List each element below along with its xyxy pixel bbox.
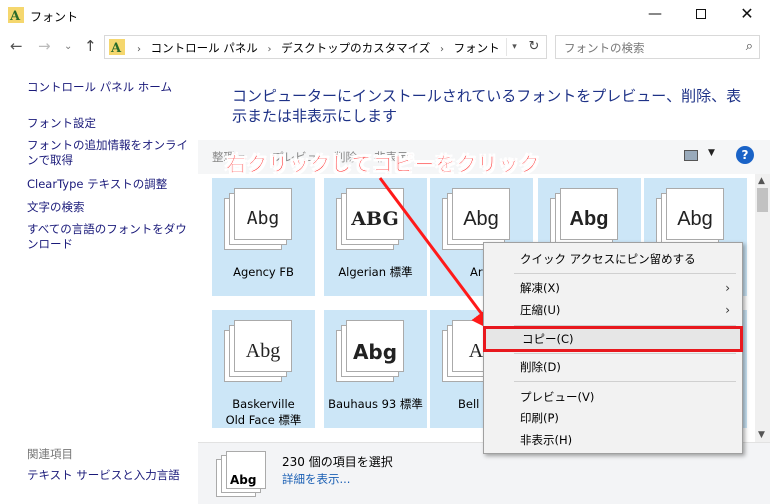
menu-item-pin-quick-access[interactable]: クイック アクセスにピン留めする bbox=[484, 249, 742, 269]
address-bar[interactable]: A › コントロール パネル › デスクトップのカスタマイズ › フォント ▾ … bbox=[104, 35, 547, 59]
back-arrow-icon[interactable]: ← bbox=[10, 37, 23, 55]
svg-text:A: A bbox=[9, 9, 21, 23]
breadcrumb-control-panel[interactable]: コントロール パネル bbox=[151, 41, 258, 55]
submenu-chevron-icon: › bbox=[725, 281, 730, 295]
menu-item-label: 非表示(H) bbox=[520, 433, 573, 447]
menu-item-label: 削除(D) bbox=[520, 360, 561, 374]
forward-arrow-icon[interactable]: → bbox=[38, 37, 51, 55]
menu-item-print[interactable]: 印刷(P) bbox=[484, 408, 742, 428]
font-sample: ABG bbox=[351, 208, 399, 230]
menu-separator bbox=[514, 273, 736, 274]
view-dropdown-icon[interactable]: ▼ bbox=[708, 148, 715, 158]
related-heading: 関連項目 bbox=[27, 447, 73, 461]
menu-item-extract[interactable]: 解凍(X) › bbox=[484, 278, 742, 298]
scroll-down-icon[interactable]: ▼ bbox=[758, 430, 765, 440]
menu-separator bbox=[514, 325, 736, 326]
control-panel-home-link[interactable]: コントロール パネル ホーム bbox=[27, 80, 197, 95]
scroll-up-icon[interactable]: ▲ bbox=[758, 176, 765, 186]
font-tile-baskerville[interactable]: Abg Baskerville Old Face 標準 bbox=[212, 310, 315, 428]
search-input[interactable]: フォントの検索 ⌕ bbox=[555, 35, 760, 59]
search-icon: ⌕ bbox=[745, 39, 753, 54]
cleartype-tuner-link[interactable]: ClearType テキストの調整 bbox=[27, 177, 197, 192]
selection-font-icon: Abg bbox=[216, 451, 268, 499]
font-name: Algerian 標準 bbox=[338, 265, 413, 279]
menu-item-label: 圧縮(U) bbox=[520, 303, 561, 317]
menu-item-preview[interactable]: プレビュー(V) bbox=[484, 387, 742, 407]
change-view-icon[interactable] bbox=[684, 150, 698, 161]
fonts-folder-icon: A bbox=[109, 39, 125, 55]
font-name: Baskerville Old Face 標準 bbox=[225, 397, 302, 427]
breadcrumb: › コントロール パネル › デスクトップのカスタマイズ › フォント bbox=[131, 40, 500, 56]
menu-item-label: 印刷(P) bbox=[520, 411, 559, 425]
scroll-thumb[interactable] bbox=[757, 188, 768, 212]
refresh-icon[interactable]: ↻ bbox=[524, 38, 544, 56]
annotation-callout: 右クリックしてコピーをクリック bbox=[226, 152, 541, 176]
breadcrumb-separator-icon[interactable]: › bbox=[267, 44, 271, 55]
text-services-link[interactable]: テキスト サービスと入力言語 bbox=[27, 468, 197, 483]
selection-sample: Abg bbox=[230, 473, 257, 487]
menu-separator bbox=[514, 381, 736, 382]
breadcrumb-separator-icon[interactable]: › bbox=[440, 44, 444, 55]
menu-item-hide[interactable]: 非表示(H) bbox=[484, 430, 742, 450]
selection-count: 230 個の項目を選択 bbox=[282, 455, 393, 469]
minimize-button[interactable]: — bbox=[632, 0, 678, 30]
menu-item-label: クイック アクセスにピン留めする bbox=[520, 252, 696, 266]
font-sample: Abg bbox=[463, 208, 499, 230]
get-font-info-online-link[interactable]: フォントの追加情報をオンラインで取得 bbox=[27, 138, 197, 168]
vertical-scrollbar[interactable]: ▲ ▼ bbox=[755, 174, 770, 442]
title-bar: A フォント — ✕ bbox=[0, 0, 770, 30]
menu-item-copy[interactable]: コピー(C) bbox=[483, 326, 743, 352]
download-all-fonts-link[interactable]: すべての言語のフォントをダウンロード bbox=[27, 222, 197, 252]
font-name: Agency FB bbox=[233, 265, 294, 279]
font-settings-link[interactable]: フォント設定 bbox=[27, 116, 197, 131]
font-tile-bauhaus[interactable]: Abg Bauhaus 93 標準 bbox=[324, 310, 427, 428]
page-heading: コンピューターにインストールされているフォントをプレビュー、削除、表示または非表… bbox=[232, 87, 742, 125]
find-character-link[interactable]: 文字の検索 bbox=[27, 200, 197, 215]
close-icon: ✕ bbox=[740, 4, 754, 23]
context-menu: クイック アクセスにピン留めする 解凍(X) › 圧縮(U) › コピー(C) 削除… bbox=[483, 242, 743, 454]
menu-item-label: コピー(C) bbox=[522, 332, 574, 346]
breadcrumb-separator-icon[interactable]: › bbox=[137, 44, 141, 55]
menu-item-label: プレビュー(V) bbox=[520, 390, 595, 404]
breadcrumb-fonts[interactable]: フォント bbox=[454, 41, 500, 55]
help-icon[interactable]: ? bbox=[736, 146, 754, 164]
menu-item-label: 解凍(X) bbox=[520, 281, 560, 295]
menu-item-compress[interactable]: 圧縮(U) › bbox=[484, 300, 742, 320]
left-pane: コントロール パネル ホーム フォント設定 フォントの追加情報をオンラインで取得… bbox=[0, 62, 210, 504]
maximize-icon bbox=[696, 9, 706, 19]
address-dropdown-icon[interactable]: ▾ bbox=[506, 38, 522, 56]
minimize-icon: — bbox=[648, 6, 662, 22]
menu-separator bbox=[514, 353, 736, 354]
navigation-bar: ← → ⌄ ↑ A › コントロール パネル › デスクトップのカスタマイズ ›… bbox=[0, 32, 770, 62]
search-placeholder: フォントの検索 bbox=[564, 41, 645, 55]
window-title: フォント bbox=[30, 10, 79, 24]
svg-text:A: A bbox=[110, 41, 122, 55]
menu-item-delete[interactable]: 削除(D) bbox=[484, 357, 742, 377]
font-sample: Abg bbox=[677, 208, 713, 230]
font-sample: Abg bbox=[569, 208, 609, 230]
submenu-chevron-icon: › bbox=[725, 303, 730, 317]
close-button[interactable]: ✕ bbox=[724, 0, 770, 30]
breadcrumb-desktop-customization[interactable]: デスクトップのカスタマイズ bbox=[281, 41, 430, 55]
up-arrow-icon[interactable]: ↑ bbox=[84, 37, 97, 55]
font-sample: Abg bbox=[352, 340, 398, 364]
font-name: Bauhaus 93 標準 bbox=[328, 397, 423, 411]
font-tile-algerian[interactable]: ABG Algerian 標準 bbox=[324, 178, 427, 296]
recent-locations-dropdown-icon[interactable]: ⌄ bbox=[64, 41, 72, 52]
font-sample: Abg bbox=[246, 208, 280, 229]
fonts-app-icon: A bbox=[8, 7, 24, 23]
maximize-button[interactable] bbox=[678, 0, 724, 30]
font-tile-agency-fb[interactable]: Abg Agency FB bbox=[212, 178, 315, 296]
show-details-link[interactable]: 詳細を表示... bbox=[282, 471, 350, 487]
font-sample: Abg bbox=[245, 340, 281, 362]
